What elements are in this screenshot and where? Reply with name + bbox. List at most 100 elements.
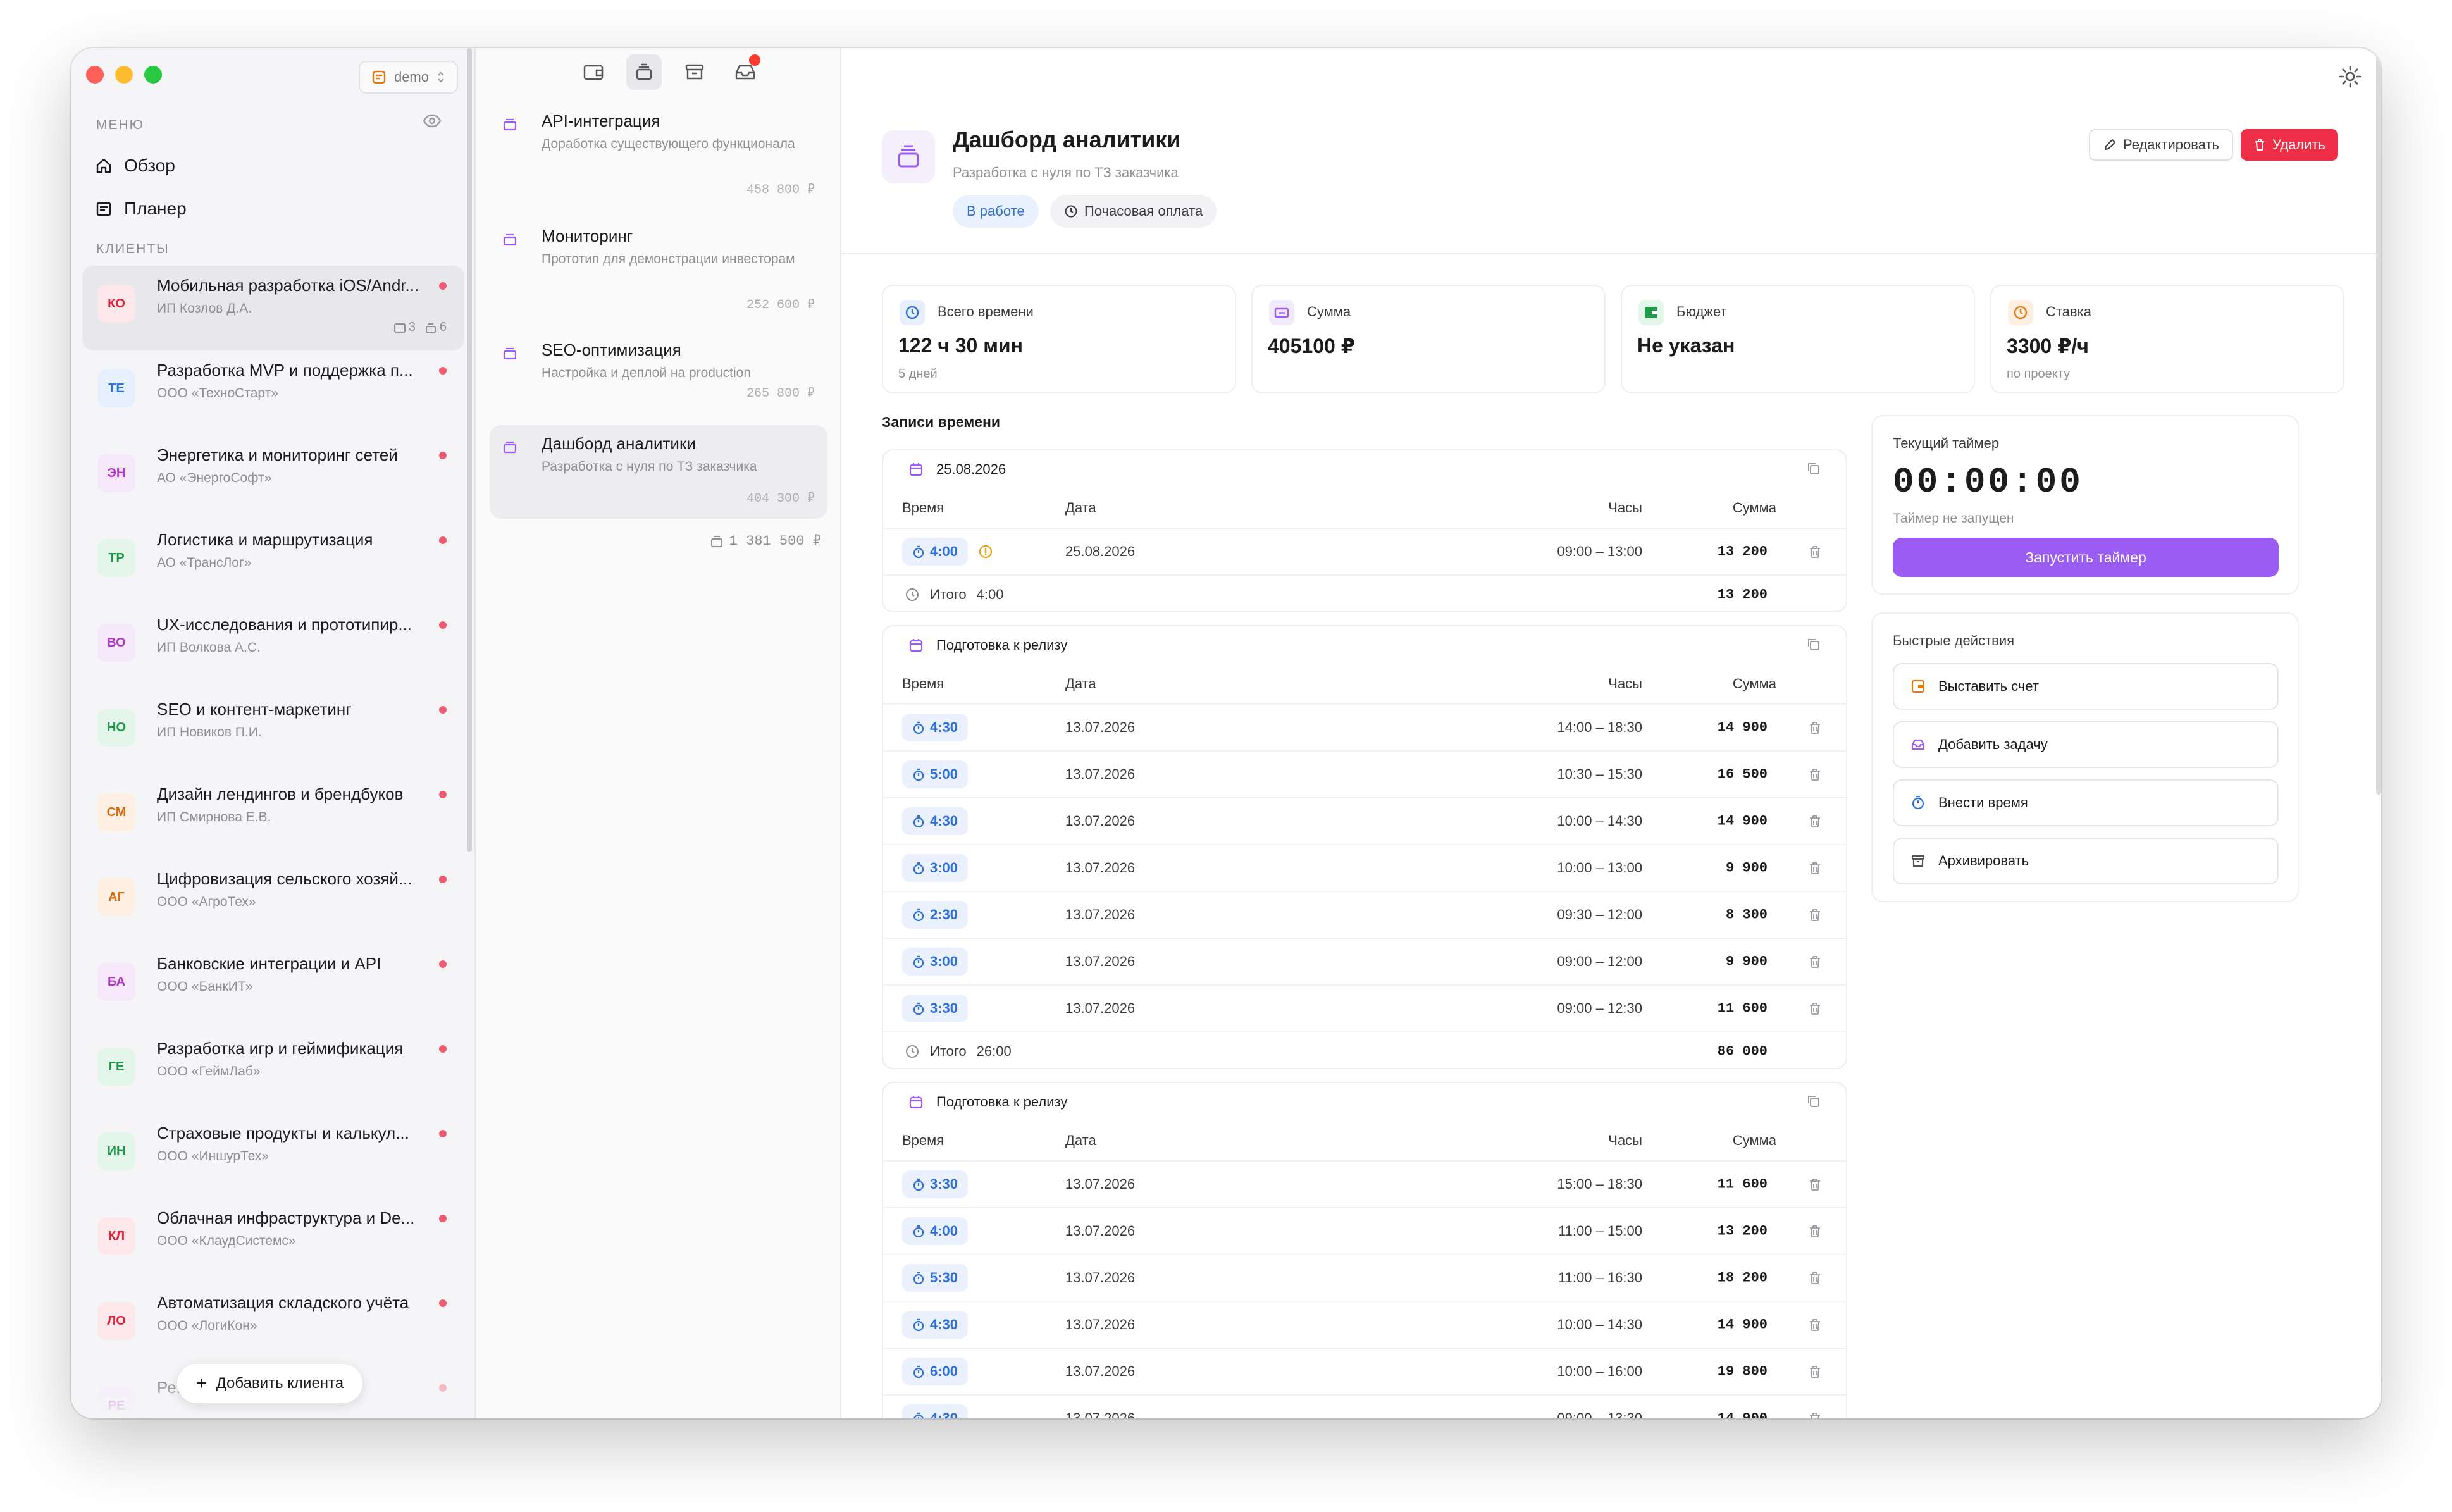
trash-icon[interactable] — [1808, 908, 1822, 922]
duration-pill[interactable]: 3:30 — [902, 995, 969, 1022]
duration-pill[interactable]: 3:00 — [902, 948, 969, 976]
client-item[interactable]: КЛ Облачная инфраструктура и De... ООО «Кл… — [82, 1198, 464, 1283]
table-row[interactable]: 6:00 13.07.2026 10:00 – 16:00 19 800 — [883, 1348, 1846, 1394]
client-item[interactable]: НО SEO и контент-маркетинг ИП Новиков П.И. — [82, 690, 464, 774]
trash-icon[interactable] — [1808, 1001, 1822, 1015]
client-item[interactable]: ВО UX-исследования и прототипир... ИП Волк… — [82, 605, 464, 690]
stack-icon — [503, 347, 517, 360]
time-entry-group: 25.08.2026 Время Дата Часы Сумма 4:00 25.08.20… — [882, 449, 1847, 612]
zoom-window-button[interactable] — [144, 66, 162, 84]
quick-action-button[interactable]: Внести время — [1893, 779, 2279, 826]
table-row[interactable]: 4:30 13.07.2026 09:00 – 13:30 14 900 — [883, 1394, 1846, 1418]
table-row[interactable]: 3:00 13.07.2026 09:00 – 12:00 9 900 — [883, 938, 1846, 984]
table-row[interactable]: 4:30 13.07.2026 10:00 – 14:30 14 900 — [883, 1301, 1846, 1348]
avatar-initials: БА — [107, 974, 126, 989]
projects-filter-button[interactable] — [626, 54, 662, 90]
client-item[interactable]: ТЕ Разработка MVP и поддержка п... ООО «Те… — [82, 350, 464, 435]
entry-hours: 09:30 – 12:00 — [1557, 907, 1642, 922]
table-row[interactable]: 3:30 13.07.2026 15:00 – 18:30 11 600 — [883, 1160, 1846, 1207]
trash-icon[interactable] — [1808, 1365, 1822, 1379]
client-item[interactable]: ИН Страховые продукты и калькул... ООО «Ин… — [82, 1113, 464, 1198]
archive-filter-button[interactable] — [677, 54, 712, 90]
quick-action-button[interactable]: Выставить счет — [1893, 663, 2279, 710]
project-count: 6 — [424, 320, 447, 335]
duration-pill[interactable]: 3:00 — [902, 854, 969, 882]
trash-icon[interactable] — [1808, 955, 1822, 969]
client-item[interactable]: АГ Цифровизация сельского хозяй... ООО «Аг… — [82, 859, 464, 944]
project-item[interactable]: SEO-оптимизация Настройка и деплой на pro… — [490, 332, 827, 414]
col-time: Время — [902, 1132, 944, 1148]
duration-pill[interactable]: 4:30 — [902, 1311, 969, 1339]
menu-item-overview[interactable]: Обзор — [95, 156, 175, 176]
wallet-filter-button[interactable] — [576, 54, 611, 90]
minimize-window-button[interactable] — [115, 66, 133, 84]
avatar-initials: АГ — [108, 889, 125, 904]
quick-action-button[interactable]: Архивировать — [1893, 838, 2279, 884]
trash-icon[interactable] — [1808, 1411, 1822, 1418]
inbox-filter-button[interactable] — [728, 54, 763, 90]
entry-sum: 13 200 — [1717, 543, 1768, 560]
start-timer-button[interactable]: Запустить таймер — [1893, 538, 2279, 577]
copy-icon[interactable] — [1805, 636, 1821, 652]
table-row[interactable]: 3:00 13.07.2026 10:00 – 13:00 9 900 — [883, 844, 1846, 891]
duration-pill[interactable]: 5:00 — [902, 760, 969, 788]
menu-section-label: МЕНЮ — [96, 118, 144, 132]
sidebar-scrollbar[interactable] — [467, 48, 472, 852]
table-row[interactable]: 4:00 25.08.2026 09:00 – 13:00 13 200 — [883, 528, 1846, 574]
trash-icon[interactable] — [1808, 814, 1822, 828]
table-row[interactable]: 4:30 13.07.2026 14:00 – 18:30 14 900 — [883, 703, 1846, 750]
trash-icon[interactable] — [1808, 1318, 1822, 1332]
trash-icon[interactable] — [1808, 1271, 1822, 1285]
clock-icon — [905, 306, 919, 319]
project-item[interactable]: API-интеграция Доработка существующего фу… — [490, 102, 827, 210]
trash-icon[interactable] — [1808, 767, 1822, 781]
duration-pill[interactable]: 4:00 — [902, 1217, 969, 1245]
edit-button[interactable]: Редактировать — [2089, 129, 2233, 161]
duration-pill[interactable]: 4:00 — [902, 538, 969, 566]
eye-icon[interactable] — [423, 114, 442, 128]
project-sum: 252 600 ₽ — [746, 298, 815, 313]
copy-icon[interactable] — [1805, 1093, 1821, 1108]
table-row[interactable]: 5:00 13.07.2026 10:30 – 15:30 16 500 — [883, 750, 1846, 797]
client-item[interactable]: ГЕ Разработка игр и геймификация ООО «Гейм… — [82, 1029, 464, 1113]
duration-pill[interactable]: 6:00 — [902, 1358, 969, 1385]
home-icon — [96, 158, 111, 173]
project-item[interactable]: Мониторинг Прототип для демонстрации инве… — [490, 218, 827, 325]
main-scrollbar[interactable] — [2376, 48, 2381, 795]
client-item[interactable]: БА Банковские интеграции и API ООО «БанкИТ… — [82, 944, 464, 1029]
client-item[interactable]: КО Мобильная разработка iOS/Andr... ИП Коз… — [82, 266, 464, 350]
table-row[interactable]: 2:30 13.07.2026 09:30 – 12:00 8 300 — [883, 891, 1846, 938]
trash-icon[interactable] — [1808, 861, 1822, 875]
client-item[interactable]: ТР Логистика и маршрутизация АО «ТрансЛог» — [82, 520, 464, 605]
trash-icon[interactable] — [1808, 545, 1822, 559]
table-row[interactable]: 3:30 13.07.2026 09:00 – 12:30 11 600 — [883, 984, 1846, 1031]
duration-pill[interactable]: 4:30 — [902, 1404, 969, 1418]
duration-pill[interactable]: 3:30 — [902, 1170, 969, 1198]
workspace-select[interactable]: demo — [358, 61, 458, 94]
table-row[interactable]: 5:30 13.07.2026 11:00 – 16:30 18 200 — [883, 1254, 1846, 1301]
close-window-button[interactable] — [86, 66, 104, 84]
trash-icon[interactable] — [1808, 721, 1822, 734]
quick-action-button[interactable]: Добавить задачу — [1893, 721, 2279, 768]
add-client-button[interactable]: + Добавить клиента — [177, 1364, 363, 1403]
duration-pill[interactable]: 4:30 — [902, 807, 969, 835]
wallet-count: 3 — [393, 320, 416, 335]
client-item[interactable]: ЭН Энергетика и мониторинг сетей АО «Энерг… — [82, 435, 464, 520]
duration-pill[interactable]: 2:30 — [902, 901, 969, 929]
stat-icon-wrap — [2008, 300, 2033, 325]
menu-item-label: Планер — [124, 199, 187, 218]
duration-pill[interactable]: 4:30 — [902, 714, 969, 741]
delete-button[interactable]: Удалить — [2241, 129, 2338, 161]
status-badge[interactable]: В работе — [953, 195, 1039, 228]
table-row[interactable]: 4:30 13.07.2026 10:00 – 14:30 14 900 — [883, 797, 1846, 844]
trash-icon[interactable] — [1808, 1224, 1822, 1238]
copy-icon[interactable] — [1805, 461, 1821, 476]
trash-icon[interactable] — [1808, 1177, 1822, 1191]
duration-pill[interactable]: 5:30 — [902, 1264, 969, 1292]
project-item[interactable]: Дашборд аналитики Разработка с нуля по ТЗ… — [490, 425, 827, 519]
table-row[interactable]: 4:00 13.07.2026 11:00 – 15:00 13 200 — [883, 1207, 1846, 1254]
entry-sum: 8 300 — [1725, 907, 1768, 923]
menu-item-planner[interactable]: Планер — [95, 199, 187, 219]
client-item[interactable]: СМ Дизайн лендингов и брендбуков ИП Смирно… — [82, 774, 464, 859]
billing-badge[interactable]: Почасовая оплата — [1050, 195, 1217, 228]
